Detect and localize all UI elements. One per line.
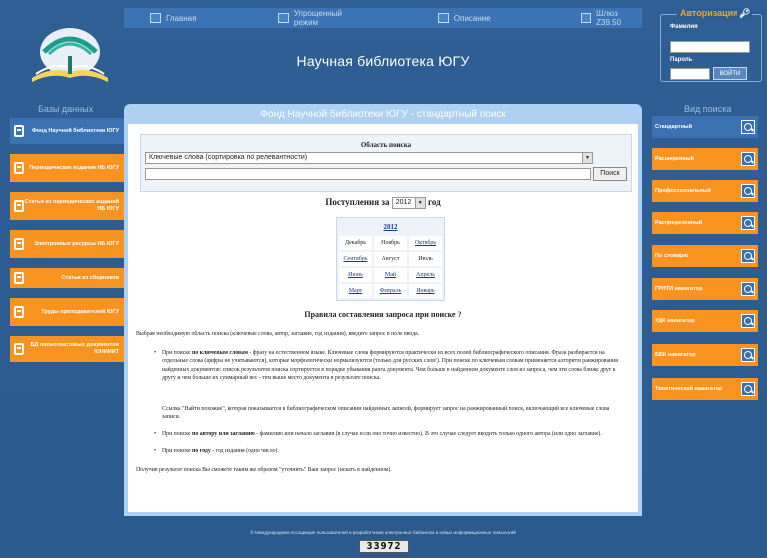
search-icon — [741, 152, 755, 166]
search-type-dictionary[interactable]: По словарю — [652, 245, 758, 267]
surname-label: Фамилия — [670, 24, 698, 30]
search-type-extended[interactable]: Расширенный — [652, 148, 758, 170]
db-item-collections[interactable]: Статьи из сборников — [10, 268, 124, 288]
intro-text: Выбрав необходимую область поиска (ключе… — [136, 331, 420, 337]
search-icon — [741, 382, 755, 396]
description-icon — [437, 13, 449, 23]
db-item-articles[interactable]: Статьи из периодических изданий НБ ЮГУ — [10, 192, 124, 220]
month-link[interactable]: Октябрь — [415, 240, 436, 246]
auth-box: Авторизация 🔑︎ Фамилия Пароль ВОЙТИ — [660, 8, 762, 82]
search-area-title: Область поиска — [360, 141, 412, 149]
search-type-heading: Вид поиска — [684, 104, 732, 114]
search-type-bbk[interactable]: ББК навигатор — [652, 344, 758, 366]
month-cell: Август — [374, 252, 407, 266]
search-icon — [741, 216, 755, 230]
search-type-udk[interactable]: УДК навигатор — [652, 310, 758, 332]
password-label: Пароль — [670, 57, 693, 63]
search-type-distributed[interactable]: Распределенный — [652, 212, 758, 234]
top-nav: Главная Упрощенный режим Описание Шлюз Z… — [124, 8, 642, 28]
footer-copyright: © Международная Ассоциация пользователей… — [250, 530, 516, 535]
nav-home[interactable]: Главная — [150, 8, 196, 28]
search-type-thematic[interactable]: Тематический навигатор — [652, 378, 758, 400]
month-cell: Ноябрь — [374, 236, 407, 250]
database-icon — [14, 272, 24, 284]
month-link[interactable]: Июнь — [348, 272, 363, 278]
bullet: • — [154, 448, 157, 454]
database-icon — [14, 306, 24, 318]
rule-keywords: При поиске по ключевым словам - фразу на… — [162, 350, 618, 382]
database-icon — [14, 200, 24, 212]
page: Главная Упрощенный режим Описание Шлюз Z… — [0, 0, 767, 558]
db-item-teachers[interactable]: Труды преподавателей ЮГУ — [10, 298, 124, 326]
month-cell: Декабрь — [339, 236, 372, 250]
search-icon — [741, 314, 755, 328]
search-icon — [741, 184, 755, 198]
month-link[interactable]: Февраль — [380, 288, 402, 294]
home-icon — [150, 13, 161, 23]
month-link[interactable]: Сентябрь — [343, 256, 367, 262]
search-field-select[interactable]: Ключевые слова (сортировка по релевантно… — [145, 152, 593, 164]
main-content: Область поиска Ключевые слова (сортировк… — [124, 124, 642, 516]
surname-input[interactable] — [670, 41, 750, 53]
database-icon — [14, 162, 24, 174]
login-button[interactable]: ВОЙТИ — [713, 67, 747, 80]
outro-text: Получив результат поиска Вы сможете таки… — [136, 467, 392, 473]
auth-title: Авторизация — [677, 8, 742, 18]
month-link[interactable]: Март — [349, 288, 363, 294]
site-header: Научная библиотека ЮГУ — [124, 28, 642, 94]
rule-year: При поиске по году - год издания (одно ч… — [162, 448, 279, 454]
search-icon — [741, 120, 755, 134]
db-item-periodicals[interactable]: Периодические издания НБ ЮГУ — [10, 154, 124, 182]
similar-note: Ссылка "Найти похожие", которая показыва… — [162, 406, 610, 421]
arrivals-row: Поступления за 2012 ▼ год — [325, 197, 441, 209]
db-item-fund[interactable]: Фонд Научной библиотеки ЮГУ — [10, 118, 124, 144]
arrivals-calendar: 2012 Декабрь Ноябрь Октябрь Сентябрь Авг… — [336, 217, 445, 301]
search-icon — [741, 348, 755, 362]
database-icon — [14, 343, 24, 355]
search-type-grnti[interactable]: ГРНТИ навигатор — [652, 278, 758, 300]
search-box: Область поиска Ключевые слова (сортировк… — [140, 134, 632, 192]
chevron-down-icon: ▼ — [582, 153, 592, 163]
year-select[interactable]: 2012 ▼ — [391, 197, 426, 209]
simple-mode-icon — [278, 13, 289, 23]
rules-title: Правила составления запроса при поиске ? — [304, 310, 462, 319]
month-cell: Июль — [409, 252, 442, 266]
nav-description[interactable]: Описание — [437, 8, 491, 28]
visit-counter[interactable]: 33972 — [359, 540, 409, 553]
search-button[interactable]: Поиск — [593, 167, 627, 181]
bullet: • — [154, 350, 157, 356]
search-icon — [741, 282, 755, 296]
search-icon — [741, 249, 755, 263]
library-logo[interactable] — [22, 22, 118, 90]
panel-title: Фонд Научной библиотеки ЮГУ - стандартны… — [124, 104, 642, 124]
calendar-year-link[interactable]: 2012 — [384, 223, 398, 231]
bullet: • — [154, 431, 157, 437]
month-link[interactable]: Май — [385, 272, 396, 278]
db-item-fulltext[interactable]: БД полнотекстовых документов ЮНИИИТ — [10, 336, 124, 362]
rule-author: При поиске по автору или заглавию - фами… — [162, 431, 602, 437]
search-type-professional[interactable]: Профессиональный — [652, 180, 758, 202]
key-icon: 🔑︎ — [737, 8, 753, 19]
help-link[interactable]: ? — [458, 310, 462, 319]
databases-heading: Базы данных — [38, 104, 94, 114]
search-input[interactable] — [145, 168, 591, 180]
database-icon — [14, 238, 24, 250]
password-input[interactable] — [670, 68, 710, 80]
nav-simple-mode[interactable]: Упрощенный режим — [278, 8, 363, 28]
gateway-icon — [580, 13, 592, 23]
month-link[interactable]: Январь — [416, 288, 434, 294]
db-item-e-resources[interactable]: Электронные ресурсы НБ ЮГУ — [10, 230, 124, 258]
chevron-down-icon: ▼ — [414, 198, 425, 208]
search-type-standard[interactable]: Стандартный — [652, 116, 758, 138]
site-title: Научная библиотека ЮГУ — [296, 53, 470, 69]
month-link[interactable]: Апрель — [416, 272, 435, 278]
nav-gateway[interactable]: Шлюз Z39.50 — [580, 8, 642, 28]
database-icon — [14, 125, 24, 137]
